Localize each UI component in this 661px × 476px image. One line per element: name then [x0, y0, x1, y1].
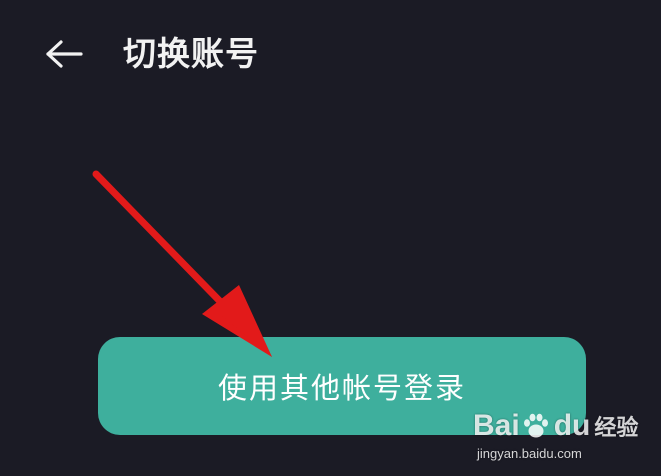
- login-with-other-account-button[interactable]: 使用其他帐号登录: [98, 337, 586, 435]
- watermark-url: jingyan.baidu.com: [477, 446, 582, 461]
- watermark-brand-cn: 经验: [594, 415, 639, 440]
- page-title: 切换账号: [123, 34, 259, 73]
- back-button[interactable]: [36, 28, 92, 80]
- arrow-left-icon: [46, 40, 83, 68]
- switch-account-screen: 切换账号 使用其他帐号登录 Bai du 经验 jingyan.baidu.co…: [0, 0, 661, 476]
- login-button-label: 使用其他帐号登录: [217, 371, 466, 405]
